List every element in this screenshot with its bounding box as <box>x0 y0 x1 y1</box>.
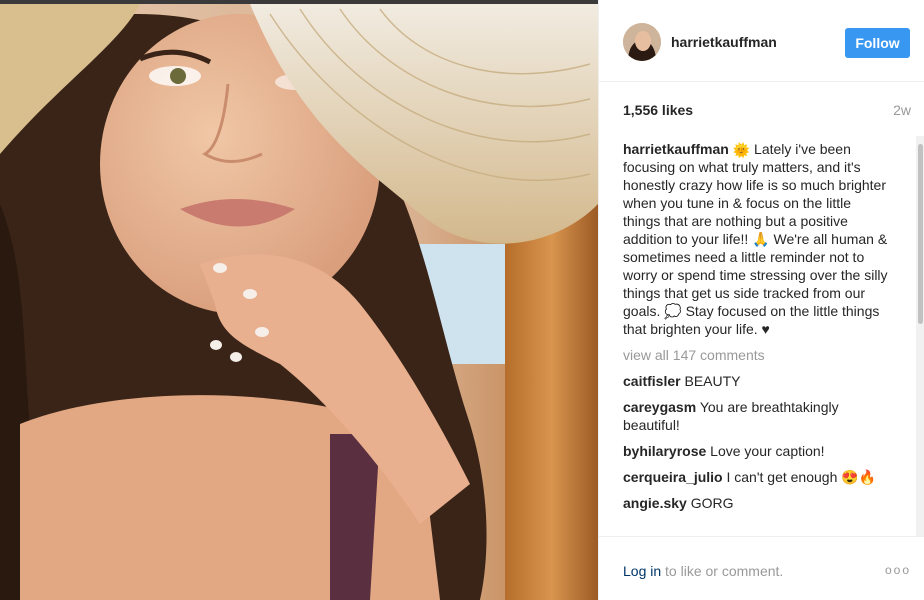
caption-username[interactable]: harrietkauffman <box>623 141 729 157</box>
scrollbar-thumb[interactable] <box>918 144 923 324</box>
login-link[interactable]: Log in <box>623 563 661 579</box>
comment-item: careygasm You are breathtakingly beautif… <box>623 398 889 434</box>
comment-text: GORG <box>690 495 734 511</box>
follow-button[interactable]: Follow <box>845 28 910 58</box>
sun-face-icon: 🌞 <box>732 142 751 158</box>
comments-list: harrietkauffman 🌞 Lately i've been focus… <box>623 140 889 536</box>
view-all-comments-link[interactable]: view all 147 comments <box>623 346 889 364</box>
avatar-image <box>623 23 661 61</box>
login-prompt-text: to like or comment. <box>661 563 784 579</box>
comment-username[interactable]: caitfisler <box>623 373 681 389</box>
login-prompt: Log in to like or comment. <box>623 563 783 579</box>
post-footer: Log in to like or comment. ooo <box>599 536 924 600</box>
comments-scrollbar[interactable] <box>916 136 924 536</box>
comment-username[interactable]: careygasm <box>623 399 696 415</box>
comment-username[interactable]: byhilaryrose <box>623 443 706 459</box>
likes-count[interactable]: 1,556 likes <box>623 102 693 118</box>
post-details-panel: harrietkauffman Follow 1,556 likes 2w ha… <box>598 0 924 600</box>
post-photo[interactable] <box>0 4 598 600</box>
comment-item: cerqueira_julio I can't get enough 😍🔥 <box>623 468 889 486</box>
comment-item: angie.sky GORG <box>623 494 889 512</box>
avatar[interactable] <box>623 23 661 61</box>
comment-text: BEAUTY <box>684 373 741 389</box>
comment-item: byhilaryrose Love your caption! <box>623 442 889 460</box>
header-username[interactable]: harrietkauffman <box>671 34 777 50</box>
comment-text: I can't get enough 😍🔥 <box>726 469 877 485</box>
caption: harrietkauffman 🌞 Lately i've been focus… <box>623 140 889 338</box>
caption-text: Lately i've been focusing on what truly … <box>623 141 888 337</box>
photo-illustration <box>0 4 598 600</box>
post-header: harrietkauffman Follow <box>599 0 924 82</box>
more-options-icon[interactable]: ooo <box>885 563 911 577</box>
comment-item: caitfisler BEAUTY <box>623 372 889 390</box>
comment-text: Love your caption! <box>710 443 825 459</box>
post-age[interactable]: 2w <box>893 102 911 118</box>
comment-username[interactable]: cerqueira_julio <box>623 469 723 485</box>
comment-username[interactable]: angie.sky <box>623 495 687 511</box>
